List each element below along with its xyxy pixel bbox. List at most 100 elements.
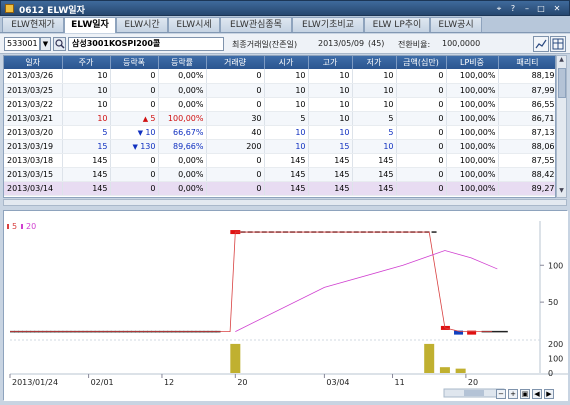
col-price[interactable]: 주가 xyxy=(62,56,111,69)
app-icon xyxy=(5,4,14,13)
col-lp[interactable]: LP비중 xyxy=(446,56,499,69)
chart-background xyxy=(4,211,568,401)
cell-price: 145 xyxy=(62,181,111,196)
cell-value: 0 xyxy=(256,85,262,95)
search-button[interactable] xyxy=(53,37,66,51)
cell-amount: 0 xyxy=(396,69,447,84)
table-row[interactable]: 2013/03/25 10 0 0,00% 0 10 10 10 0 100,00% 87,99 xyxy=(4,83,555,98)
cell-value: 89,66% xyxy=(172,141,204,151)
cell-value: 0 xyxy=(438,183,444,193)
table-row[interactable]: 2013/03/21 10 ▲ 5 100,00% 30 5 10 5 0 100,00% 86,71 xyxy=(4,111,555,126)
cell-value: 0 xyxy=(438,169,444,179)
cell-lp: 100,00% xyxy=(446,181,499,196)
tab-elw-disclosure[interactable]: ELW공시 xyxy=(430,17,482,32)
cell-parity: 86,71 xyxy=(498,111,555,126)
tab-elw-watchlist[interactable]: ELW관심종목 xyxy=(220,17,292,32)
cell-value: 145 xyxy=(334,183,350,193)
col-low[interactable]: 저가 xyxy=(352,56,397,69)
up-arrow-icon: ▲ xyxy=(142,114,149,123)
maximize-button[interactable]: □ xyxy=(535,3,547,14)
tab-elw-lp-trend[interactable]: ELW LP추이 xyxy=(364,17,430,32)
table-row[interactable]: 2013/03/26 10 0 0,00% 0 10 10 10 0 100,00% 88,19 xyxy=(4,69,555,84)
chart-scroll-thumb xyxy=(464,390,484,396)
cell-parity: 87,55 xyxy=(498,153,555,168)
cell-volume: 0 xyxy=(206,153,265,168)
cell-rate: 0,00% xyxy=(158,69,207,84)
y-tick-price: 50 xyxy=(548,298,558,307)
legend-ma20-swatch xyxy=(21,224,23,229)
tab-elw-underlying[interactable]: ELW기초비교 xyxy=(292,17,364,32)
cell-price: 10 xyxy=(62,97,111,112)
col-date[interactable]: 일자 xyxy=(4,56,63,69)
prev-icon[interactable]: ◀ xyxy=(532,389,542,399)
zoom-in-icon[interactable]: + xyxy=(508,389,518,399)
table-row[interactable]: 2013/03/15 145 0 0,00% 0 145 145 145 0 100,00% 88,… xyxy=(4,167,555,182)
cell-change: 0 xyxy=(110,167,159,182)
cell-value: 0 xyxy=(256,155,262,165)
chart-button[interactable] xyxy=(533,36,549,52)
cell-open: 5 xyxy=(264,111,309,126)
cell-value: 10 xyxy=(295,127,306,137)
cell-parity: 88,42 xyxy=(498,167,555,182)
scroll-up-icon[interactable]: ▲ xyxy=(557,56,566,66)
cell-value: 0 xyxy=(256,71,262,81)
splitter-bar[interactable] xyxy=(3,199,567,206)
col-change[interactable]: 등락폭 xyxy=(110,56,159,69)
y-tick-price: 100 xyxy=(548,261,563,270)
cell-value: 100,00% xyxy=(459,141,496,151)
chevron-down-icon[interactable]: ▼ xyxy=(40,37,51,51)
col-parity[interactable]: 패리티 xyxy=(498,56,555,69)
cell-value: 10 xyxy=(383,85,394,95)
cell-value: 2013/03/19 xyxy=(7,141,54,151)
table-row[interactable]: 2013/03/20 5 ▼ 10 66,67% 40 10 10 5 0 100,00% 87,13 xyxy=(4,125,555,140)
table-row[interactable]: 2013/03/14 145 0 0,00% 0 145 145 145 0 100,00% 89,… xyxy=(4,181,555,196)
conversion-label: 전환비율: xyxy=(398,40,431,49)
col-volume[interactable]: 거래량 xyxy=(206,56,265,69)
col-open[interactable]: 시가 xyxy=(264,56,309,69)
cell-value: 10 xyxy=(383,99,394,109)
cell-lp: 100,00% xyxy=(446,153,499,168)
table-row[interactable]: 2013/03/22 10 0 0,00% 0 10 10 10 0 100,00% 86,55 xyxy=(4,97,555,112)
cell-volume: 0 xyxy=(206,83,265,98)
close-button[interactable]: ✕ xyxy=(551,3,563,14)
cell-date: 2013/03/20 xyxy=(4,125,63,140)
cell-value: 5 xyxy=(388,113,394,123)
cell-value: 0 xyxy=(438,127,444,137)
price-chart[interactable]: 5 20 100 50 200 100 0 2013/01/24 02/01 12 20 03/04 1… xyxy=(3,210,568,401)
scroll-down-icon[interactable]: ▼ xyxy=(557,187,566,197)
cell-rate: 100,00% xyxy=(158,111,207,126)
cell-value: 30 xyxy=(251,113,262,123)
tab-elw-daily[interactable]: ELW일자 xyxy=(64,17,116,33)
cell-date: 2013/03/22 xyxy=(4,97,63,112)
settings-button[interactable] xyxy=(550,36,566,52)
table-row[interactable]: 2013/03/18 145 0 0,00% 0 145 145 145 0 100,00% 87,… xyxy=(4,153,555,168)
scroll-thumb[interactable] xyxy=(558,68,566,98)
col-amount[interactable]: 금액(십만) xyxy=(396,56,447,69)
table-scrollbar[interactable]: ▲ ▼ xyxy=(556,55,567,198)
cell-value: 200 xyxy=(246,141,262,151)
next-icon[interactable]: ▶ xyxy=(544,389,554,399)
col-high[interactable]: 고가 xyxy=(308,56,353,69)
cell-date: 2013/03/15 xyxy=(4,167,63,182)
minimize-button[interactable]: – xyxy=(521,3,533,14)
tab-elw-time[interactable]: ELW시간 xyxy=(116,17,168,32)
fit-icon[interactable]: ▣ xyxy=(520,389,530,399)
cell-value: 145 xyxy=(92,169,108,179)
cell-high: 145 xyxy=(308,153,353,168)
cell-value: 2013/03/21 xyxy=(7,113,54,123)
cell-lp: 100,00% xyxy=(446,83,499,98)
zoom-out-icon[interactable]: − xyxy=(496,389,506,399)
table-row[interactable]: 2013/03/19 15 ▼ 130 89,66% 200 10 15 10 0 100,00% 8… xyxy=(4,139,555,154)
cell-value: 145 xyxy=(378,155,394,165)
cell-volume: 30 xyxy=(206,111,265,126)
cell-value: 0 xyxy=(256,169,262,179)
col-rate[interactable]: 등락률 xyxy=(158,56,207,69)
tab-elw-quote[interactable]: ELW시세 xyxy=(168,17,220,32)
code-input[interactable]: 533001 xyxy=(4,37,40,51)
volume-bar xyxy=(230,343,241,373)
pin-icon[interactable]: ⌖ xyxy=(493,3,505,14)
help-button[interactable]: ? xyxy=(507,3,519,14)
cell-value: 0 xyxy=(438,113,444,123)
cell-value: 0 xyxy=(438,155,444,165)
tab-elw-current[interactable]: ELW현재가 xyxy=(2,17,64,32)
